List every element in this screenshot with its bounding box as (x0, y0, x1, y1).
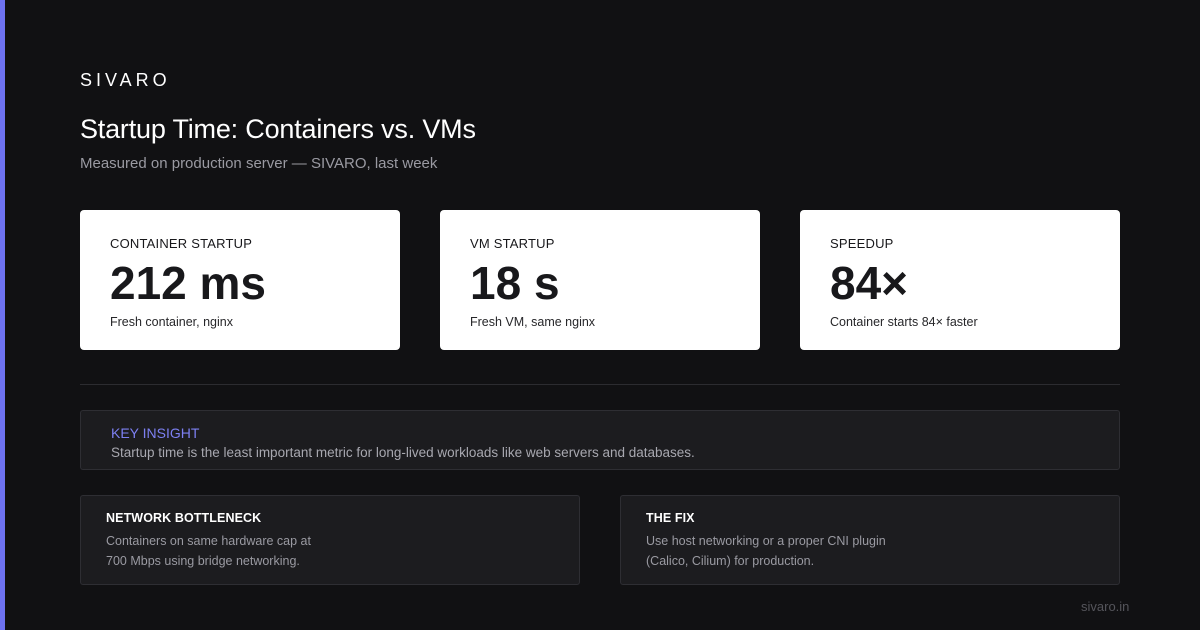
stat-value: 84× (830, 257, 909, 309)
accent-bar (0, 0, 5, 630)
key-insight-text: Startup time is the least important metr… (111, 445, 695, 460)
panel-body: Containers on same hardware cap at 700 M… (106, 531, 554, 571)
stat-label: VM STARTUP (470, 236, 555, 251)
stat-value: 212 ms (110, 257, 267, 309)
key-insight-label: KEY INSIGHT (111, 425, 200, 441)
page-subtitle: Measured on production server — SIVARO, … (80, 155, 438, 172)
stat-label: CONTAINER STARTUP (110, 236, 253, 251)
page-title: Startup Time: Containers vs. VMs (80, 114, 476, 144)
panel-line: Containers on same hardware cap at (106, 534, 311, 548)
panel-line: Use host networking or a proper CNI plug… (646, 534, 886, 548)
stat-card-container-startup: CONTAINER STARTUP 212 ms Fresh container… (80, 210, 400, 350)
footer-url: sivaro.in (1081, 599, 1130, 614)
panel-network-bottleneck: NETWORK BOTTLENECK Containers on same ha… (80, 495, 580, 585)
panel-title: NETWORK BOTTLENECK (106, 511, 262, 525)
panel-line: 700 Mbps using bridge networking. (106, 554, 300, 568)
panel-line: (Calico, Cilium) for production. (646, 554, 815, 568)
stat-card-speedup: SPEEDUP 84× Container starts 84× faster (800, 210, 1120, 350)
stat-note: Fresh VM, same nginx (470, 315, 596, 329)
key-insight-box: KEY INSIGHT Startup time is the least im… (80, 410, 1120, 470)
panel-title: THE FIX (646, 511, 695, 525)
stat-label: SPEEDUP (830, 236, 894, 251)
brand-wordmark: SIVARO (80, 70, 171, 90)
panel-the-fix: THE FIX Use host networking or a proper … (620, 495, 1120, 585)
panel-body: Use host networking or a proper CNI plug… (646, 531, 1094, 571)
stat-note: Fresh container, nginx (110, 315, 233, 329)
section-divider (80, 384, 1120, 385)
stat-note: Container starts 84× faster (830, 315, 978, 329)
stat-value: 18 s (470, 257, 560, 309)
stat-card-vm-startup: VM STARTUP 18 s Fresh VM, same nginx (440, 210, 760, 350)
